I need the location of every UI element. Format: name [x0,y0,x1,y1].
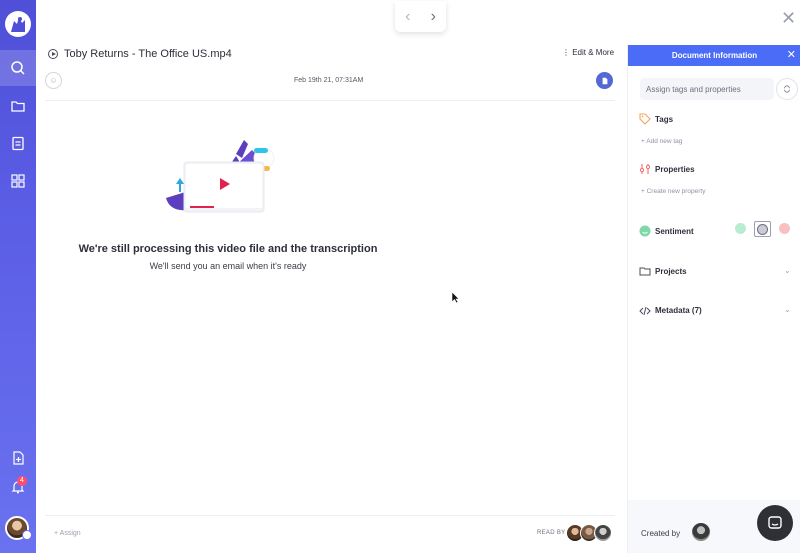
document-info-panel: Document Information ✕ Tags + Add new ta… [627,45,800,553]
panel-title: Document Information [671,51,758,60]
created-by-label: Created by [641,529,681,538]
chat-icon [768,516,782,529]
create-property-link[interactable]: + Create new property [641,188,706,195]
footer-divider [45,515,615,516]
document-pager: ‹ › [395,1,446,32]
assign-button[interactable]: + Assign [54,530,81,537]
notification-badge: 4 [17,476,27,486]
tag-icon [639,113,651,125]
code-icon [639,306,651,316]
properties-heading: Properties [655,165,695,174]
sidebar-item-apps[interactable] [0,163,36,199]
positive-sentiment-icon[interactable] [735,223,746,234]
creator-avatar[interactable] [692,523,710,541]
clipboard-icon [12,136,24,151]
chat-support-button[interactable] [757,505,793,541]
tags-heading: Tags [655,115,674,124]
metadata-chevron-down-icon[interactable]: ⌄ [784,305,791,314]
edit-more-button[interactable]: ⋮ Edit & More [562,48,614,57]
add-document-icon [13,451,24,465]
properties-icon [639,164,651,174]
sidebar-item-notifications[interactable] [0,469,36,505]
projects-chevron-down-icon[interactable]: ⌄ [784,266,791,275]
document-icon [602,77,607,84]
metadata-heading[interactable]: Metadata (7) [655,306,702,315]
close-window-icon[interactable]: ✕ [781,9,796,27]
document-title-row: Toby Returns - The Office US.mp4 [48,48,232,60]
assign-person-icon[interactable]: ☺ [45,72,62,89]
mouse-cursor-icon [452,292,460,304]
panel-header: Document Information [628,45,800,66]
processing-illustration [166,140,275,213]
projects-folder-icon [639,267,651,276]
sync-tags-button[interactable] [776,78,798,100]
sentiment-heading: Sentiment [655,227,694,236]
sync-icon [784,85,790,93]
neutral-sentiment-icon[interactable] [757,224,768,235]
search-icon [11,61,25,75]
negative-sentiment-icon[interactable] [779,223,790,234]
previous-document-button[interactable]: ‹ [405,8,410,25]
tags-input[interactable] [640,78,774,100]
settings-gear-icon[interactable] [22,530,32,540]
panel-close-icon[interactable]: ✕ [787,49,796,61]
grid-icon [11,174,25,188]
read-by-label: READ BY [537,530,566,536]
sidebar-item-folders[interactable] [0,88,36,124]
document-date: Feb 19th 21, 07:31AM [294,77,364,84]
reader-avatar[interactable] [594,524,612,542]
sidebar: 4 [0,0,36,553]
play-icon[interactable] [48,49,58,59]
next-document-button[interactable]: › [431,8,436,25]
page-title: Toby Returns - The Office US.mp4 [64,48,232,60]
sidebar-item-documents[interactable] [0,125,36,161]
processing-title: We're still processing this video file a… [78,243,378,255]
add-tag-link[interactable]: + Add new tag [641,138,682,145]
folder-icon [11,101,25,112]
processing-subtitle: We'll send you an email when it's ready [149,261,307,271]
header-divider [45,100,615,101]
document-view-button[interactable] [596,72,613,89]
projects-heading[interactable]: Projects [655,267,687,276]
sidebar-item-search[interactable] [0,50,36,86]
sentiment-icon [639,225,651,237]
logo-icon[interactable] [5,11,31,37]
